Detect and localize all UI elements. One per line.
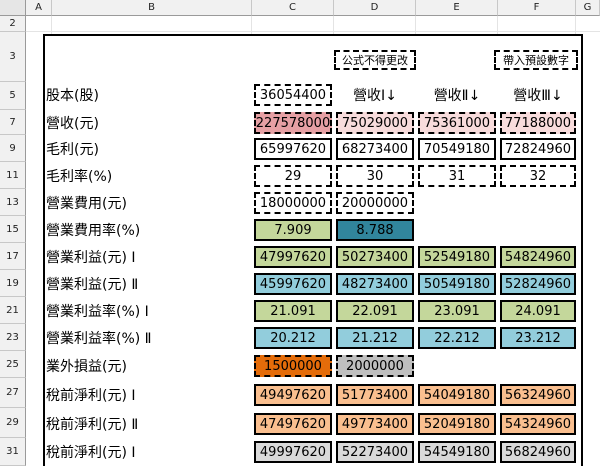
- row-header-5[interactable]: 5: [0, 82, 26, 110]
- cell-operating-margin-1-c[interactable]: 21.091: [254, 300, 332, 322]
- label-non-operating-income[interactable]: 業外損益(元): [46, 355, 127, 377]
- cell-operating-margin-1-d[interactable]: 22.091: [336, 300, 414, 322]
- column-header-g[interactable]: G: [576, 0, 600, 16]
- label-gross-margin[interactable]: 毛利率(%): [46, 165, 112, 187]
- cell-operating-expense-c[interactable]: 18000000: [254, 192, 332, 214]
- cell-operating-income-1-e[interactable]: 52549180: [418, 246, 496, 268]
- cell-operating-expense-ratio-d[interactable]: 8.788: [336, 219, 414, 241]
- row-header-9[interactable]: 9: [0, 135, 26, 162]
- column-header-c[interactable]: C: [252, 0, 334, 16]
- cell-operating-margin-2-e[interactable]: 22.212: [418, 327, 496, 349]
- cell-operating-margin-2-d[interactable]: 21.212: [336, 327, 414, 349]
- cell-pretax-income-3-f[interactable]: 56824960: [500, 441, 576, 463]
- label-operating-expense-ratio[interactable]: 營業費用率(%): [46, 219, 140, 241]
- row-header-21[interactable]: 21: [0, 297, 26, 324]
- row-header-7[interactable]: 7: [0, 110, 26, 135]
- column-header-b[interactable]: B: [52, 0, 252, 16]
- cell-gross-margin-f[interactable]: 32: [500, 165, 576, 187]
- header-revenue-1[interactable]: 營收Ⅰ↓: [336, 84, 414, 106]
- cell-gross-profit-c[interactable]: 65997620: [254, 138, 332, 160]
- cell-gross-profit-e[interactable]: 70549180: [418, 138, 496, 160]
- column-header-f[interactable]: F: [498, 0, 576, 16]
- cell-non-operating-income-d[interactable]: 2000000: [336, 355, 414, 377]
- row-header-29[interactable]: 29: [0, 408, 26, 438]
- cell-pretax-income-2-f[interactable]: 54324960: [500, 413, 576, 435]
- cell-pretax-income-3-c[interactable]: 49997620: [254, 441, 332, 463]
- cell-pretax-income-1-e[interactable]: 54049180: [418, 384, 496, 406]
- cell-pretax-income-1-c[interactable]: 49497620: [254, 384, 332, 406]
- label-pretax-income-1[interactable]: 稅前淨利(元) Ⅰ: [46, 384, 136, 406]
- default-input-note[interactable]: 帶入預設數字: [494, 50, 578, 70]
- label-operating-margin-1[interactable]: 營業利益率(%) Ⅰ: [46, 300, 149, 322]
- cell-non-operating-income-c[interactable]: 1500000: [254, 355, 332, 377]
- cell-operating-expense-ratio-c[interactable]: 7.909: [254, 219, 332, 241]
- cell-operating-margin-1-e[interactable]: 23.091: [418, 300, 496, 322]
- row-header-3[interactable]: 3: [0, 32, 26, 82]
- cell-revenue-c[interactable]: 227578000: [254, 112, 332, 134]
- header-revenue-3[interactable]: 營收Ⅲ↓: [500, 84, 576, 106]
- label-operating-income-2[interactable]: 營業利益(元) Ⅱ: [46, 273, 138, 295]
- cell-gross-margin-c[interactable]: 29: [254, 165, 332, 187]
- cell-revenue-d[interactable]: 75029000: [336, 112, 414, 134]
- row-header-15[interactable]: 15: [0, 216, 26, 243]
- row-header-2[interactable]: 2: [0, 16, 26, 32]
- gridline: [26, 31, 600, 32]
- cell-pretax-income-2-c[interactable]: 47497620: [254, 413, 332, 435]
- cell-pretax-income-3-d[interactable]: 52273400: [336, 441, 414, 463]
- label-operating-margin-2[interactable]: 營業利益率(%) Ⅱ: [46, 327, 152, 349]
- cell-gross-margin-d[interactable]: 30: [336, 165, 414, 187]
- cell-operating-income-1-d[interactable]: 50273400: [336, 246, 414, 268]
- cell-revenue-f[interactable]: 77188000: [500, 112, 576, 134]
- cell-operating-expense-d[interactable]: 20000000: [336, 192, 414, 214]
- row-header-23[interactable]: 23: [0, 324, 26, 351]
- label-operating-income-1[interactable]: 營業利益(元) Ⅰ: [46, 246, 136, 268]
- cell-operating-income-2-f[interactable]: 52824960: [500, 273, 576, 295]
- row-header-19[interactable]: 19: [0, 270, 26, 297]
- column-header-e[interactable]: E: [416, 0, 498, 16]
- label-revenue[interactable]: 營收(元): [46, 112, 99, 134]
- cell-operating-income-1-f[interactable]: 54824960: [500, 246, 576, 268]
- cell-operating-income-2-e[interactable]: 50549180: [418, 273, 496, 295]
- cell-pretax-income-1-d[interactable]: 51773400: [336, 384, 414, 406]
- row-header-31[interactable]: 31: [0, 438, 26, 466]
- cell-operating-margin-2-c[interactable]: 20.212: [254, 327, 332, 349]
- row-header-27[interactable]: 27: [0, 378, 26, 408]
- column-header-d[interactable]: D: [334, 0, 416, 16]
- cell-share-capital[interactable]: 36054400: [254, 84, 332, 106]
- cell-pretax-income-2-d[interactable]: 49773400: [336, 413, 414, 435]
- label-gross-profit[interactable]: 毛利(元): [46, 138, 99, 160]
- row-header-13[interactable]: 13: [0, 189, 26, 216]
- cell-gross-profit-d[interactable]: 68273400: [336, 138, 414, 160]
- column-header-a[interactable]: A: [26, 0, 52, 16]
- label-pretax-income-3[interactable]: 稅前淨利(元) Ⅰ: [46, 441, 136, 463]
- cell-operating-income-2-d[interactable]: 48273400: [336, 273, 414, 295]
- select-all-corner[interactable]: [0, 0, 26, 16]
- cell-revenue-e[interactable]: 75361000: [418, 112, 496, 134]
- cell-operating-margin-2-f[interactable]: 23.212: [500, 327, 576, 349]
- cell-pretax-income-2-e[interactable]: 52049180: [418, 413, 496, 435]
- formula-locked-note[interactable]: 公式不得更改: [334, 50, 416, 70]
- row-header-17[interactable]: 17: [0, 243, 26, 270]
- cell-pretax-income-1-f[interactable]: 56324960: [500, 384, 576, 406]
- cell-gross-margin-e[interactable]: 31: [418, 165, 496, 187]
- row-header-25[interactable]: 25: [0, 351, 26, 378]
- cell-operating-margin-1-f[interactable]: 24.091: [500, 300, 576, 322]
- cell-operating-income-1-c[interactable]: 47997620: [254, 246, 332, 268]
- cell-operating-income-2-c[interactable]: 45997620: [254, 273, 332, 295]
- cell-gross-profit-f[interactable]: 72824960: [500, 138, 576, 160]
- row-header-11[interactable]: 11: [0, 162, 26, 189]
- label-share-capital[interactable]: 股本(股): [46, 84, 99, 106]
- label-operating-expense[interactable]: 營業費用(元): [46, 192, 127, 214]
- cell-pretax-income-3-e[interactable]: 54549180: [418, 441, 496, 463]
- header-revenue-2[interactable]: 營收Ⅱ↓: [418, 84, 496, 106]
- label-pretax-income-2[interactable]: 稅前淨利(元) Ⅱ: [46, 413, 138, 435]
